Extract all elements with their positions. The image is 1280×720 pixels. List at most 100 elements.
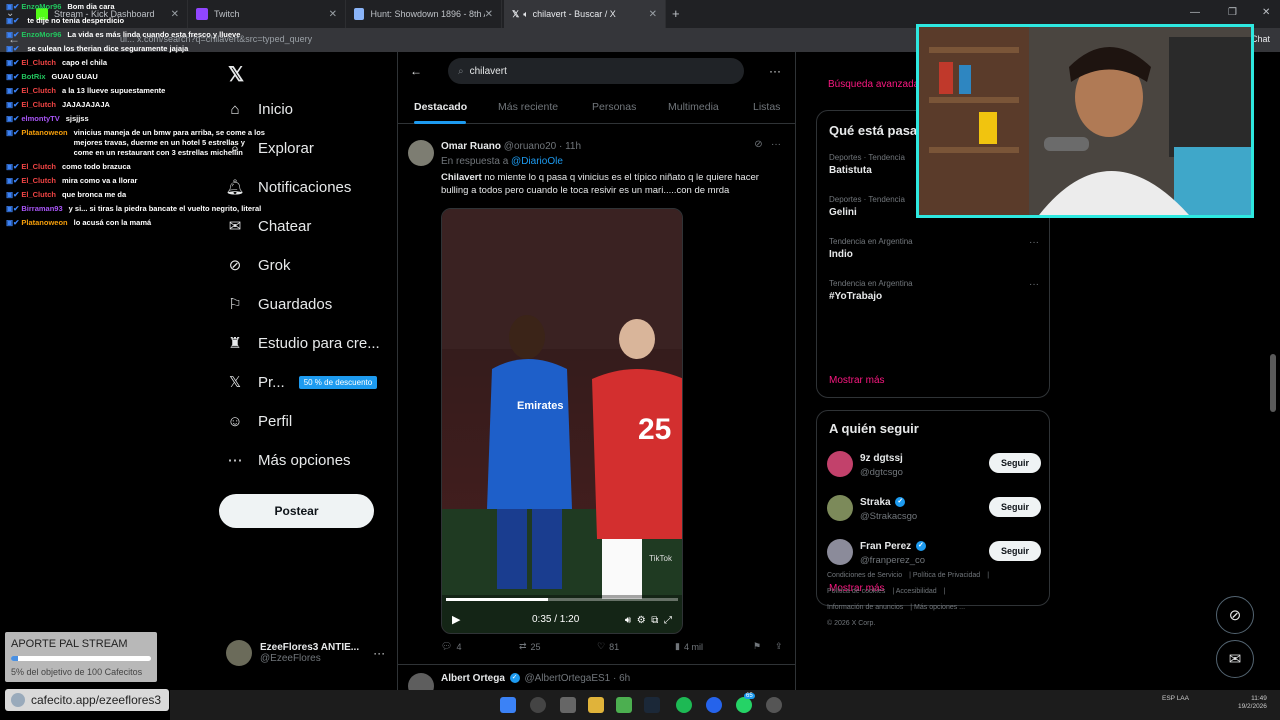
pip-icon[interactable]: ⧉	[651, 615, 658, 626]
repost-button[interactable]: ⇄ 25	[519, 641, 541, 652]
avatar[interactable]	[827, 539, 853, 565]
language-indicator[interactable]: ESP LAA	[1162, 695, 1189, 703]
tweet-author-handle[interactable]: @AlbertOrtegaES1	[524, 673, 610, 684]
avatar[interactable]	[827, 495, 853, 521]
whatsapp-icon[interactable]	[736, 697, 752, 713]
footer-link[interactable]: Condiciones de Servicio	[827, 572, 902, 579]
chat-username[interactable]: Platanoweon	[21, 128, 67, 158]
footer-link[interactable]: Política de Privacidad	[913, 572, 980, 579]
file-explorer-icon[interactable]	[588, 697, 604, 713]
tab-hunt-showdown[interactable]: Hunt: Showdown 1896 - 8th Anni ✕	[346, 0, 502, 28]
trend-item[interactable]: Tendencia en Argentina Indio ···	[829, 237, 1039, 260]
back-arrow-icon[interactable]: ←	[410, 64, 422, 78]
chat-username[interactable]: El_Clutch	[21, 100, 56, 110]
tweet-author-name[interactable]: Omar Ruano	[441, 141, 501, 152]
steam-icon[interactable]	[644, 697, 660, 713]
search-icon[interactable]	[530, 697, 546, 713]
windows-start-icon[interactable]	[500, 697, 516, 713]
scrollbar[interactable]	[1270, 354, 1276, 412]
account-switcher[interactable]: EzeeFlores3 ANTIE... @EzeeFlores ···	[226, 640, 385, 666]
follow-button[interactable]: Seguir	[989, 453, 1041, 473]
search-input[interactable]: ⌕ chilavert	[448, 58, 744, 84]
nav-item-estudio-para-cre[interactable]: ♜ Estudio para cre...	[226, 334, 379, 353]
trend-item[interactable]: Tendencia en Argentina #YoTrabajo ···	[829, 279, 1039, 302]
nav-item-grok[interactable]: ⊘ Grok	[226, 256, 291, 275]
video-progress-bar[interactable]	[446, 598, 678, 601]
grok-icon[interactable]: ⊘	[754, 139, 762, 150]
tab-multimedia[interactable]: Multimedia	[668, 101, 719, 113]
views-button[interactable]: ▮ 4 mil	[675, 641, 703, 652]
tweet-time[interactable]: · 6h	[613, 673, 630, 684]
follow-button[interactable]: Seguir	[989, 541, 1041, 561]
grok-fab[interactable]: ⊘	[1216, 596, 1254, 634]
avatar[interactable]	[408, 140, 434, 166]
footer-link[interactable]: Información de anuncios	[827, 604, 903, 611]
tweet-author-handle[interactable]: @oruano20	[504, 141, 556, 152]
more-icon[interactable]: ···	[769, 64, 781, 78]
task-view-icon[interactable]	[560, 697, 576, 713]
share-button[interactable]: ⇪	[775, 641, 783, 652]
reply-mention-link[interactable]: @DiarioOle	[511, 156, 563, 167]
tab-listas[interactable]: Listas	[753, 101, 780, 113]
nav-item-guardados[interactable]: ⚐ Guardados	[226, 295, 332, 314]
chrome-icon[interactable]	[616, 697, 632, 713]
like-button[interactable]: ♡ 81	[597, 641, 619, 652]
chat-username[interactable]: El_Clutch	[21, 176, 56, 186]
follow-suggestion[interactable]: Straka ✓ @Strakacsgo Seguir	[827, 495, 1041, 525]
app-icon[interactable]	[706, 697, 722, 713]
chat-username[interactable]: BotRix	[21, 72, 45, 82]
chat-username[interactable]: Birraman93	[21, 204, 62, 214]
bookmark-button[interactable]: ⚑	[753, 641, 761, 652]
chat-username[interactable]: El_Clutch	[21, 58, 56, 68]
footer-link[interactable]: Política de cookies	[827, 588, 885, 595]
chat-username[interactable]: EnzoMor96	[21, 30, 61, 40]
tab-personas[interactable]: Personas	[592, 101, 636, 113]
tab-x-search[interactable]: 𝕏 🔈︎ chilavert - Buscar / X ✕	[504, 0, 666, 28]
chat-username[interactable]: El_Clutch	[21, 162, 56, 172]
minimize-icon[interactable]: —	[1190, 7, 1200, 18]
speaker-icon[interactable]: 🔈︎	[523, 9, 528, 20]
more-icon[interactable]: ···	[373, 646, 385, 660]
messages-fab[interactable]: ✉	[1216, 640, 1254, 678]
more-icon[interactable]: ···	[771, 139, 781, 150]
settings-icon[interactable]: ⚙	[637, 615, 646, 626]
nav-item-pr[interactable]: 𝕏 Pr... 50 % de descuento	[226, 373, 378, 391]
follow-suggestion[interactable]: 9z dgtssj @dgtcsgo Seguir	[827, 451, 1041, 481]
maximize-icon[interactable]: ❐	[1228, 7, 1237, 18]
follow-button[interactable]: Seguir	[989, 497, 1041, 517]
search-query[interactable]: chilavert	[470, 66, 507, 77]
volume-icon[interactable]: 🔊︎	[625, 615, 631, 626]
chat-username[interactable]: El_Clutch	[21, 86, 56, 96]
new-tab-icon[interactable]: +	[672, 6, 680, 21]
footer-link[interactable]: Más opciones ...	[914, 604, 965, 611]
reply-button[interactable]: 💬︎ 4	[441, 641, 461, 652]
post-button[interactable]: Postear	[219, 494, 374, 528]
advanced-search-link[interactable]: Búsqueda avanzada	[828, 79, 919, 90]
tweet-video[interactable]: Emirates 25 TikTok ▶ 0:35 / 1:20 🔊︎ ⚙ ⧉ …	[441, 208, 683, 634]
fullscreen-icon[interactable]: ⤢	[664, 615, 672, 626]
spotify-icon[interactable]	[676, 697, 692, 713]
tab-destacado[interactable]: Destacado	[414, 101, 467, 113]
more-icon[interactable]: ···	[1029, 237, 1039, 248]
tweet-time[interactable]: · 11h	[559, 141, 581, 152]
play-icon[interactable]: ▶	[452, 613, 460, 626]
avatar[interactable]	[827, 451, 853, 477]
chat-username[interactable]: EnzoMor96	[21, 2, 61, 12]
chat-username[interactable]: Platanoweon	[21, 218, 67, 228]
window-close-icon[interactable]: ✕	[1262, 7, 1270, 18]
tweet[interactable]: Albert Ortega ✓ @AlbertOrtegaES1 · 6h	[398, 664, 795, 699]
close-icon[interactable]: ✕	[485, 9, 493, 20]
nav-item-perfil[interactable]: ☺ Perfil	[226, 412, 292, 430]
chat-username[interactable]: El_Clutch	[21, 190, 56, 200]
more-icon[interactable]: ···	[1029, 279, 1039, 290]
follow-suggestion[interactable]: Fran Perez ✓ @franperez_co Seguir	[827, 539, 1041, 569]
close-icon[interactable]: ✕	[649, 9, 657, 20]
show-more-link[interactable]: Mostrar más	[829, 375, 885, 386]
nav-item-más-opciones[interactable]: ⋯ Más opciones	[226, 451, 351, 470]
system-clock[interactable]: 11:49 19/2/2026	[1238, 695, 1267, 711]
tab-mas-reciente[interactable]: Más reciente	[498, 101, 558, 113]
obs-icon[interactable]	[766, 697, 782, 713]
chat-username[interactable]: elmontyTV	[21, 114, 59, 124]
footer-link[interactable]: Accesibilidad	[896, 588, 937, 595]
close-icon[interactable]: ✕	[329, 9, 337, 20]
